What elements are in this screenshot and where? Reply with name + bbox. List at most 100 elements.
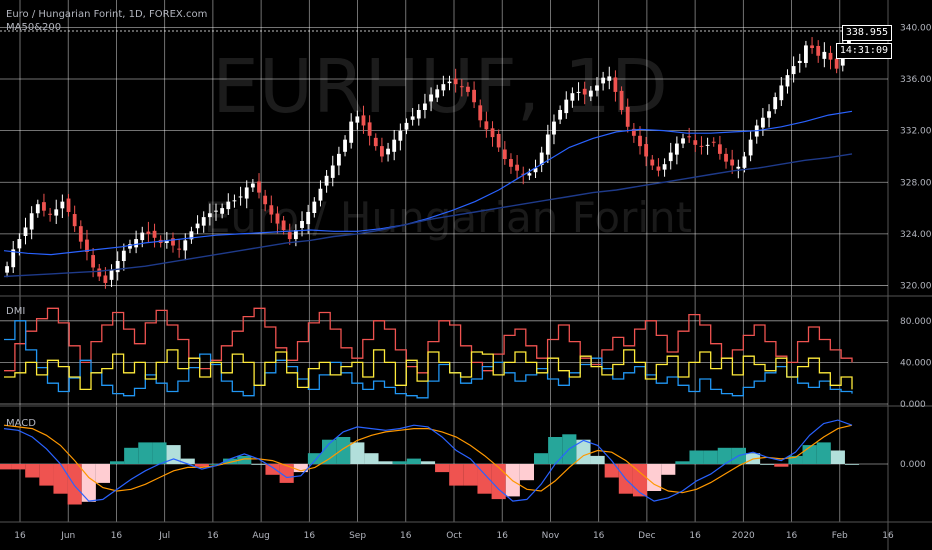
macd-histogram-bar — [67, 464, 82, 505]
candle-body — [410, 116, 415, 120]
price-tick-label: 320.000 — [900, 282, 932, 292]
candle-body — [613, 77, 618, 92]
macd-histogram-bar — [0, 464, 12, 470]
macd-tick-label: 0.000 — [900, 460, 926, 470]
candle-body — [478, 105, 483, 121]
candle-body — [398, 130, 403, 141]
macd-histogram-bar — [844, 464, 860, 465]
macd-histogram-bar — [830, 450, 845, 464]
macd-histogram-bar — [180, 458, 195, 464]
macd-pane-label[interactable]: MACD — [6, 418, 36, 429]
candle-body — [238, 196, 243, 198]
macd-histogram-bar — [604, 464, 619, 478]
candle-body — [435, 89, 440, 98]
macd-histogram-bar — [336, 437, 351, 464]
candle-body — [275, 213, 280, 224]
candle-body — [576, 91, 581, 93]
candle-body — [140, 232, 145, 241]
candle-body — [232, 200, 237, 202]
candle-body — [60, 201, 65, 209]
candle-body — [177, 248, 182, 250]
candle-body — [330, 165, 335, 178]
macd-histogram-bar — [689, 450, 704, 464]
price-tick-label: 324.000 — [900, 230, 932, 240]
macd-histogram-bar — [534, 453, 549, 464]
x-tick-label: 16 — [496, 531, 508, 541]
candle-body — [760, 117, 765, 128]
candle-body — [779, 85, 784, 101]
dmi-tick-label: 40.000 — [900, 358, 932, 368]
candle-body — [318, 188, 323, 201]
candle-body — [804, 45, 808, 63]
candle-body — [736, 166, 741, 169]
macd-histogram-bar — [110, 461, 125, 464]
macd-histogram-bar — [816, 442, 831, 464]
chart-svg: EURHUF, 1DEuro / Hungarian Forint16 Jun 16… — [0, 0, 932, 550]
price-tick-label: 328.000 — [900, 178, 932, 188]
candle-body — [324, 175, 329, 186]
candle-body — [552, 121, 556, 135]
macd-histogram-bar — [519, 464, 534, 481]
candle-body — [367, 122, 372, 136]
candle-body — [54, 209, 59, 216]
macd-histogram-bar — [420, 461, 436, 464]
candle-body — [490, 128, 495, 138]
candle-body — [250, 183, 255, 188]
ma-indicator-label[interactable]: MA50&200 — [6, 22, 61, 33]
candle-body — [564, 99, 569, 114]
candle-body — [17, 239, 22, 249]
x-tick-label: Aug — [252, 531, 270, 541]
candle-body — [244, 187, 249, 199]
candle-body — [23, 227, 28, 236]
symbol-title[interactable]: Euro / Hungarian Forint, 1D, FOREX.com — [6, 9, 207, 20]
x-tick-label: 16 — [304, 531, 316, 541]
candle-body — [336, 153, 341, 166]
dmi-pane-label[interactable]: DMI — [6, 306, 25, 317]
candle-body — [619, 90, 624, 110]
candle-body — [748, 139, 753, 156]
macd-histogram-bar — [449, 464, 464, 486]
candle-body — [66, 198, 71, 212]
candle-body — [656, 166, 661, 171]
candle-body — [416, 109, 421, 119]
candle-body — [668, 152, 673, 162]
candle-body — [257, 181, 261, 193]
macd-histogram-bar — [661, 464, 676, 475]
candle-body — [588, 90, 593, 97]
macd-histogram-bar — [53, 464, 68, 494]
candle-body — [306, 211, 311, 225]
candle-body — [269, 205, 274, 215]
watermark-symbol: EURHUF, 1D — [212, 44, 668, 130]
candle-body — [570, 93, 575, 101]
candle-body — [496, 133, 501, 148]
candle-body — [121, 250, 126, 262]
macd-histogram-bar — [590, 455, 605, 464]
candle-body — [109, 270, 114, 280]
candle-body — [214, 210, 218, 212]
candle-body — [502, 149, 507, 160]
candle-body — [134, 239, 139, 248]
candle-body — [42, 202, 46, 211]
candle-body — [287, 232, 292, 240]
candle-body — [724, 153, 728, 162]
candle-body — [35, 204, 40, 214]
candle-body — [767, 111, 771, 118]
macd-histogram-bar — [675, 461, 690, 464]
macd-histogram-bar — [39, 464, 54, 486]
macd-histogram-bar — [138, 442, 153, 464]
candle-body — [705, 144, 710, 146]
candle-body — [607, 76, 612, 81]
price-tick-label: 332.000 — [900, 127, 932, 137]
x-tick-label: 16 — [207, 531, 219, 541]
x-tick-label: Feb — [832, 531, 848, 541]
dmi-tick-label: 0.000 — [900, 400, 926, 410]
candle-body — [48, 213, 52, 215]
candle-body — [195, 223, 200, 229]
candle-body — [220, 208, 225, 214]
candle-body — [343, 139, 347, 152]
macd-histogram-bar — [774, 464, 789, 467]
candle-body — [681, 138, 685, 144]
candle-body — [785, 75, 790, 87]
macd-histogram-bar — [760, 464, 775, 465]
candle-body — [484, 121, 489, 130]
